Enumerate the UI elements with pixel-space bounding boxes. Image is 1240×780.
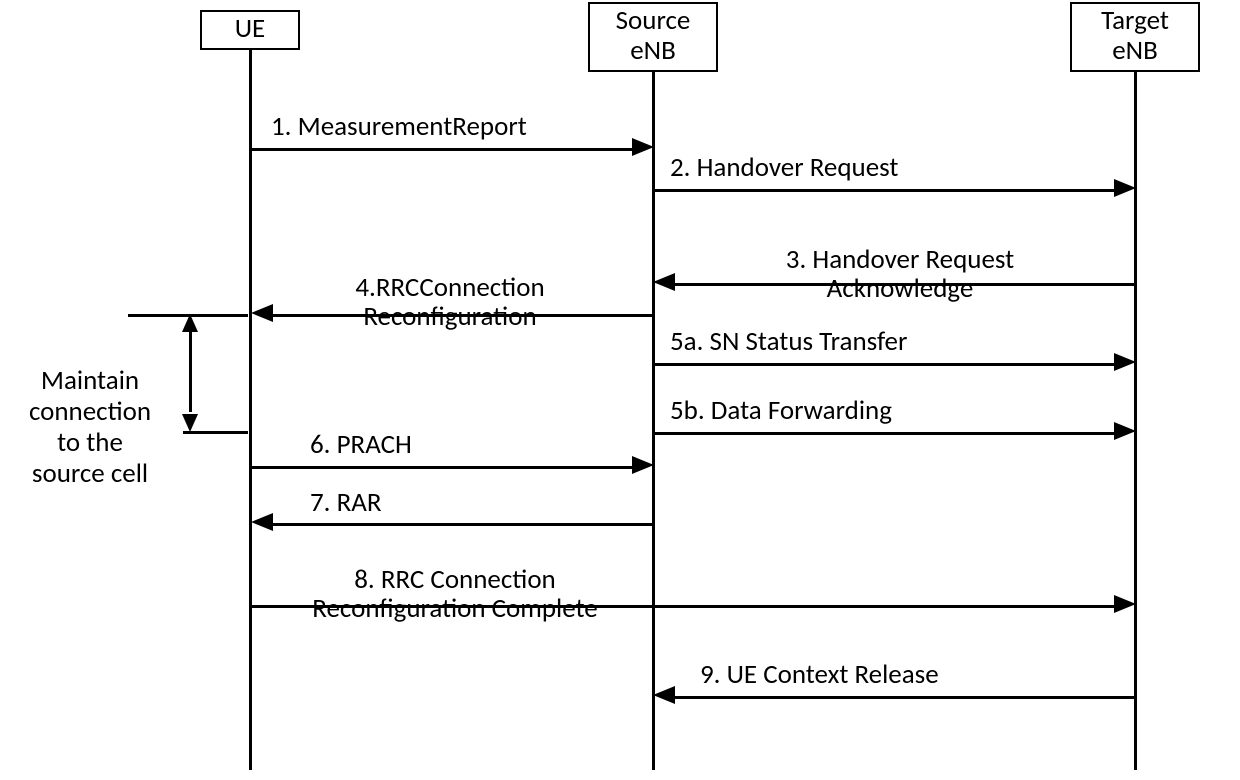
bracket-cap-top <box>182 314 198 332</box>
msg5b-arrow <box>655 432 1116 435</box>
bracket-vertical <box>189 332 192 412</box>
msg2-label: 2. Handover Request <box>670 153 990 183</box>
msg2-arrowhead <box>1114 179 1136 197</box>
bracket-cap-bottom <box>182 414 198 432</box>
msg3-arrowhead <box>653 273 675 291</box>
msg6-arrow <box>251 466 634 469</box>
actor-source-enb: Source eNB <box>588 2 718 72</box>
actor-source-label: Source eNB <box>616 4 691 67</box>
actor-target-enb: Target eNB <box>1070 2 1200 72</box>
lifeline-source <box>652 72 655 770</box>
msg3-arrow <box>673 283 1134 286</box>
lifeline-target <box>1134 72 1137 770</box>
msg4-label: 4.RRCConnection Reconfiguration <box>290 243 610 332</box>
actor-ue: UE <box>200 10 300 50</box>
msg2-arrow <box>655 189 1116 192</box>
msg1-arrowhead <box>632 138 654 156</box>
msg4-arrow <box>272 314 653 317</box>
msg8-arrowhead <box>1114 595 1136 613</box>
msg5b-label: 5b. Data Forwarding <box>670 396 1030 426</box>
msg8-arrow <box>251 605 1116 608</box>
msg5a-arrowhead <box>1114 353 1136 371</box>
lifeline-ue <box>249 50 252 770</box>
msg5a-arrow <box>655 363 1116 366</box>
msg6-label: 6. PRACH <box>310 430 510 460</box>
msg5a-label: 5a. SN Status Transfer <box>670 327 1030 357</box>
msg9-label: 9. UE Context Release <box>700 660 1060 690</box>
msg8-label: 8. RRC Connection Reconfiguration Comple… <box>255 535 655 624</box>
msg1-arrow <box>251 148 634 151</box>
msg7-label: 7. RAR <box>310 488 510 518</box>
msg7-arrow <box>272 523 653 526</box>
maintain-connection-note: Maintain connection to the source cell <box>0 334 180 489</box>
msg3-label: 3. Handover Request Acknowledge <box>690 215 1110 304</box>
msg6-arrowhead <box>632 456 654 474</box>
msg5b-arrowhead <box>1114 422 1136 440</box>
sequence-diagram: UE Source eNB Target eNB 1. MeasurementR… <box>0 0 1240 780</box>
msg1-label: 1. MeasurementReport <box>271 112 601 142</box>
actor-target-label: Target eNB <box>1101 4 1169 67</box>
actor-ue-label: UE <box>235 12 266 45</box>
msg7-arrowhead <box>251 513 273 531</box>
msg9-arrowhead <box>653 686 675 704</box>
msg4-arrowhead <box>251 304 273 322</box>
msg9-arrow <box>673 696 1134 699</box>
